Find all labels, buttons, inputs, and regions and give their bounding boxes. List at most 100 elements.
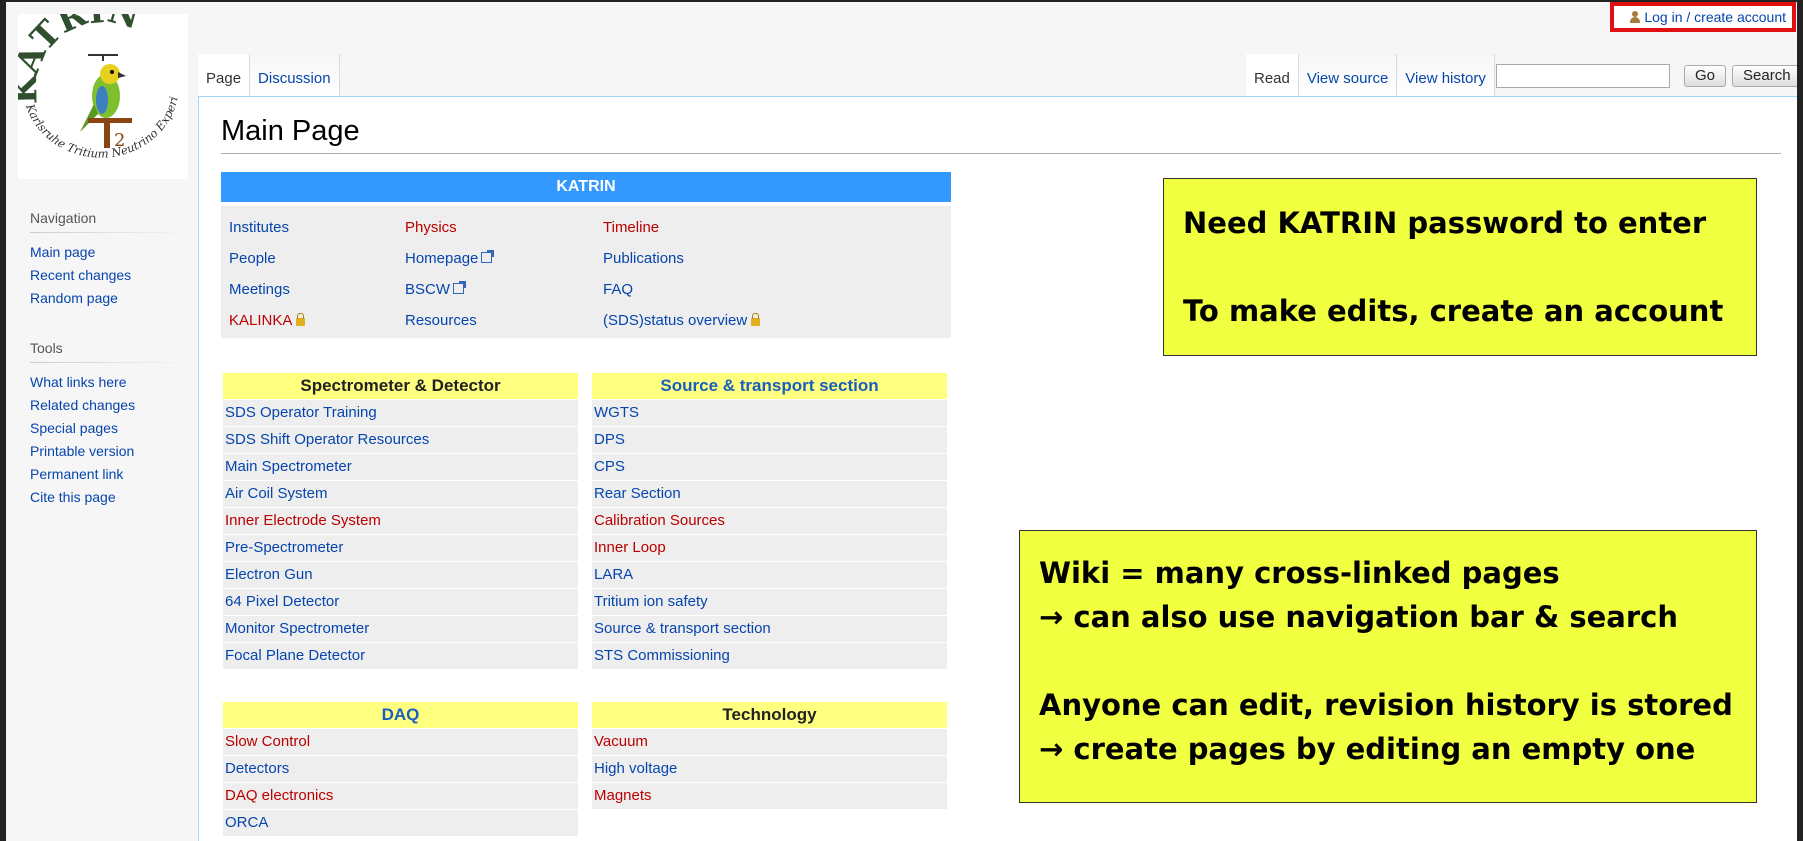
section-header: DAQ	[223, 702, 578, 728]
list-item[interactable]: ORCA	[223, 810, 578, 836]
link-institutes[interactable]: Institutes	[221, 219, 405, 236]
list-item[interactable]: DPS	[592, 427, 947, 453]
list-item[interactable]: DAQ electronics	[223, 783, 578, 809]
external-link-icon	[453, 281, 466, 294]
list-item[interactable]: Slow Control	[223, 729, 578, 755]
sidebar-item-recent-changes[interactable]: Recent changes	[30, 264, 196, 287]
note-line: → create pages by editing an empty one	[1039, 732, 1696, 766]
table-row: People Homepage Publications	[221, 243, 951, 274]
list-item[interactable]: SDS Shift Operator Resources	[223, 427, 578, 453]
tab-view-history[interactable]: View history	[1397, 54, 1495, 96]
link-publications[interactable]: Publications	[603, 250, 684, 267]
note-line: To make edits, create an account	[1183, 294, 1724, 328]
link-homepage[interactable]: Homepage	[405, 250, 478, 267]
link-people[interactable]: People	[221, 250, 405, 267]
list-item[interactable]: CPS	[592, 454, 947, 480]
note-line: → can also use navigation bar & search	[1039, 600, 1678, 634]
link-meetings[interactable]: Meetings	[221, 281, 405, 298]
search-button[interactable]: Search	[1732, 65, 1797, 87]
table-row: KALINKA Resources (SDS)status overview	[221, 305, 951, 336]
list-item[interactable]: High voltage	[592, 756, 947, 782]
tools-divider	[30, 362, 190, 363]
external-link-icon	[481, 250, 495, 263]
note-line: Wiki = many cross-linked pages	[1039, 556, 1560, 590]
login-link[interactable]: Log in / create account	[1610, 2, 1796, 32]
tab-view-source[interactable]: View source	[1298, 54, 1398, 96]
page-title: Main Page	[221, 115, 360, 147]
note-line: Anyone can edit, revision history is sto…	[1039, 688, 1733, 722]
list-item[interactable]: Calibration Sources	[592, 508, 947, 534]
list-item[interactable]: SDS Operator Training	[223, 400, 578, 426]
sidebar: Navigation Main page Recent changes Rand…	[6, 202, 196, 539]
link-timeline[interactable]: Timeline	[603, 219, 659, 236]
katrin-table-body: Institutes Physics Timeline People Homep…	[221, 206, 951, 338]
section-header: Source & transport section	[592, 373, 947, 399]
list-item[interactable]: Inner Loop	[592, 535, 947, 561]
search-input[interactable]	[1496, 64, 1670, 88]
list-item[interactable]: Inner Electrode System	[223, 508, 578, 534]
tab-page[interactable]: Page	[198, 54, 251, 96]
katrin-table-header: KATRIN	[221, 172, 951, 202]
list-item[interactable]: WGTS	[592, 400, 947, 426]
list-item[interactable]: Main Spectrometer	[223, 454, 578, 480]
user-icon	[1630, 11, 1641, 23]
logo-subscript: 2	[114, 130, 125, 151]
tools-heading: Tools	[30, 340, 63, 356]
list-item[interactable]: Tritium ion safety	[592, 589, 947, 615]
link-sds-status-overview[interactable]: (SDS)status overview	[603, 312, 747, 329]
list-item[interactable]: Electron Gun	[223, 562, 578, 588]
list-item[interactable]: Air Coil System	[223, 481, 578, 507]
list-item[interactable]: STS Commissioning	[592, 643, 947, 669]
section-source-transport: Source & transport section WGTS DPS CPS …	[592, 373, 947, 669]
table-row: Institutes Physics Timeline	[221, 212, 951, 243]
tab-discussion[interactable]: Discussion	[250, 54, 340, 96]
section-daq: DAQ Slow Control Detectors DAQ electroni…	[223, 702, 578, 836]
list-item[interactable]: LARA	[592, 562, 947, 588]
section-header: Spectrometer & Detector	[223, 373, 578, 399]
wiki-page: KATRIN Karlsruhe Tritium Neutrino Experi…	[6, 2, 1797, 841]
annotation-note-wiki: Wiki = many cross-linked pages → can als…	[1019, 530, 1757, 803]
section-technology: Technology Vacuum High voltage Magnets	[592, 702, 947, 809]
sidebar-item-what-links-here[interactable]: What links here	[30, 371, 196, 394]
list-item[interactable]: Monitor Spectrometer	[223, 616, 578, 642]
list-item[interactable]: 64 Pixel Detector	[223, 589, 578, 615]
go-button[interactable]: Go	[1684, 65, 1727, 87]
list-item[interactable]: Source & transport section	[592, 616, 947, 642]
link-kalinka[interactable]: KALINKA	[229, 312, 292, 329]
link-faq[interactable]: FAQ	[603, 281, 633, 298]
search-area: Go Search	[1496, 64, 1797, 88]
title-divider	[221, 153, 1781, 154]
note-line: Need KATRIN password to enter	[1183, 206, 1707, 240]
link-resources[interactable]: Resources	[405, 312, 603, 329]
view-tabs: Read View source View history	[1246, 54, 1495, 96]
sidebar-item-printable-version[interactable]: Printable version	[30, 440, 196, 463]
sidebar-item-permanent-link[interactable]: Permanent link	[30, 463, 196, 486]
link-physics[interactable]: Physics	[405, 219, 603, 236]
section-spectrometer-detector: Spectrometer & Detector SDS Operator Tra…	[223, 373, 578, 669]
sidebar-item-random-page[interactable]: Random page	[30, 287, 196, 310]
sidebar-item-cite-this-page[interactable]: Cite this page	[30, 486, 196, 509]
list-item[interactable]: Rear Section	[592, 481, 947, 507]
list-item[interactable]: Focal Plane Detector	[223, 643, 578, 669]
katrin-table: KATRIN Institutes Physics Timeline Peopl…	[221, 172, 951, 338]
list-item[interactable]: Vacuum	[592, 729, 947, 755]
list-item[interactable]: Pre-Spectrometer	[223, 535, 578, 561]
sidebar-item-special-pages[interactable]: Special pages	[30, 417, 196, 440]
list-item[interactable]: Detectors	[223, 756, 578, 782]
annotation-note-password: Need KATRIN password to enter To make ed…	[1163, 178, 1757, 356]
sidebar-item-main-page[interactable]: Main page	[30, 241, 196, 264]
link-bscw[interactable]: BSCW	[405, 281, 450, 298]
tab-read[interactable]: Read	[1246, 54, 1299, 96]
section-header: Technology	[592, 702, 947, 728]
navigation-heading: Navigation	[30, 210, 97, 226]
tools-portal: Tools What links here Related changes Sp…	[6, 340, 196, 509]
login-label: Log in / create account	[1644, 9, 1786, 25]
navigation-portal: Navigation Main page Recent changes Rand…	[6, 210, 196, 310]
katrin-logo[interactable]: KATRIN Karlsruhe Tritium Neutrino Experi…	[6, 2, 188, 179]
sidebar-item-related-changes[interactable]: Related changes	[30, 394, 196, 417]
lock-icon	[296, 313, 306, 326]
namespace-tabs: Page Discussion	[198, 54, 340, 96]
table-row: Meetings BSCW FAQ	[221, 274, 951, 305]
list-item[interactable]: Magnets	[592, 783, 947, 809]
lock-icon	[751, 313, 761, 326]
